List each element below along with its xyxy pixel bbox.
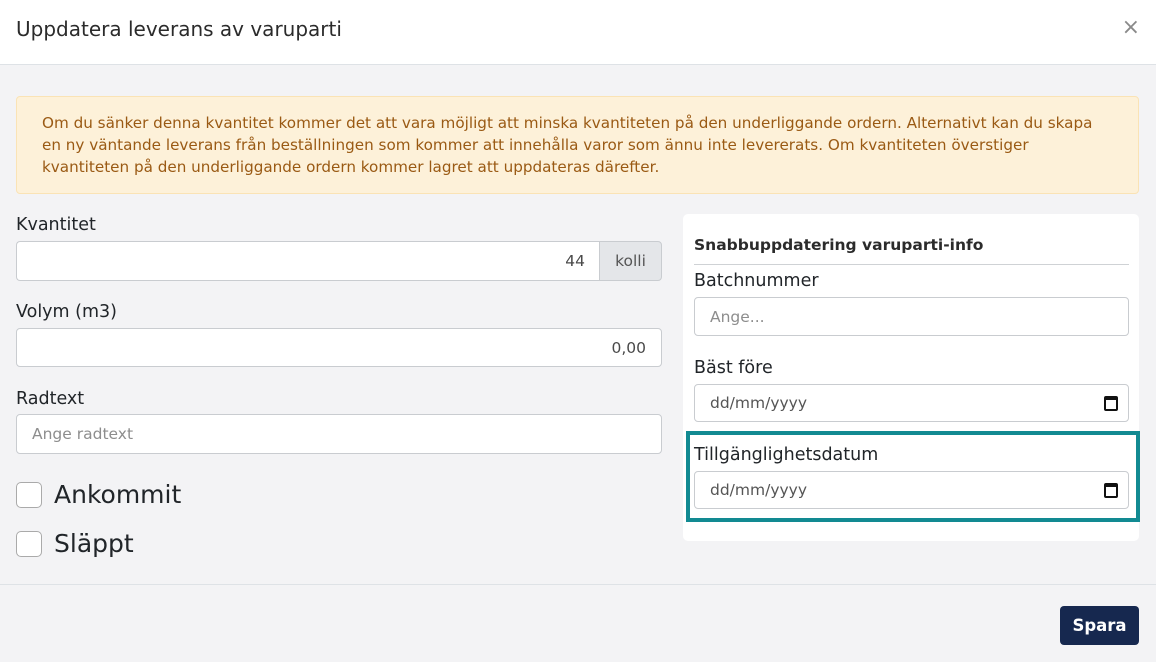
quantity-input-group: 44 kolli [16,241,662,281]
arrived-checkbox-row: Ankommit [16,479,181,511]
released-label[interactable]: Släppt [54,528,134,560]
released-checkbox[interactable] [16,531,42,557]
volume-input[interactable]: 0,00 [16,328,662,367]
rowtext-label: Radtext [16,389,85,409]
availability-highlight [686,431,1140,522]
dialog-title: Uppdatera leverans av varuparti [16,17,342,41]
arrived-checkbox[interactable] [16,482,42,508]
warning-alert: Om du sänker denna kvantitet kommer det … [16,96,1139,194]
save-button[interactable]: Spara [1060,606,1139,645]
footer-divider [0,584,1156,585]
best-before-label: Bäst före [694,358,773,378]
batch-input[interactable]: Ange... [694,297,1129,336]
batch-placeholder: Ange... [710,307,765,326]
arrived-label[interactable]: Ankommit [54,479,181,511]
batch-label: Batchnummer [694,271,819,291]
dialog-header: Uppdatera leverans av varuparti × [0,0,1156,65]
rowtext-placeholder: Ange radtext [32,425,134,443]
card-divider [694,264,1129,265]
calendar-icon[interactable] [1104,396,1118,411]
quantity-label: Kvantitet [16,215,96,235]
best-before-input[interactable]: dd/mm/yyyy [694,384,1129,422]
volume-label: Volym (m3) [16,302,117,322]
released-checkbox-row: Släppt [16,528,134,560]
quantity-input[interactable]: 44 [16,241,600,281]
best-before-placeholder: dd/mm/yyyy [710,394,808,412]
close-icon[interactable]: × [1122,14,1140,42]
quantity-unit-addon: kolli [599,241,662,281]
quick-update-title: Snabbuppdatering varuparti-info [694,236,984,254]
rowtext-input[interactable]: Ange radtext [16,414,662,454]
